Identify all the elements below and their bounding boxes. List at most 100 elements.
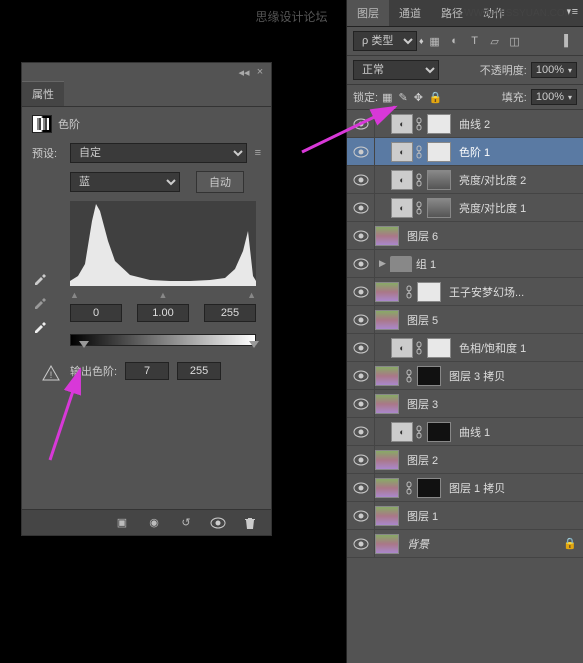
layer-thumb[interactable] [375, 534, 399, 554]
lock-position-icon[interactable]: ✥ [414, 91, 423, 104]
layer-name[interactable]: 图层 1 [407, 508, 438, 524]
visibility-toggle[interactable] [347, 222, 375, 249]
filter-adjust-icon[interactable]: ◐ [446, 32, 464, 50]
visibility-toggle[interactable] [347, 362, 375, 389]
blend-mode-select[interactable]: 正常 [353, 60, 439, 80]
layer-row[interactable]: 背景🔒 [347, 530, 583, 558]
layer-row[interactable]: 图层 3 [347, 390, 583, 418]
layer-row[interactable]: ◐亮度/对比度 1 [347, 194, 583, 222]
mask-thumb[interactable] [427, 198, 451, 218]
layer-name[interactable]: 图层 6 [407, 228, 438, 244]
filter-toggle[interactable]: ▌ [559, 32, 577, 50]
eyedropper-gray-icon[interactable] [32, 292, 50, 310]
layer-name[interactable]: 图层 3 拷贝 [449, 368, 505, 384]
visibility-toggle[interactable] [347, 502, 375, 529]
visibility-toggle[interactable] [347, 250, 375, 277]
layer-row[interactable]: 图层 2 [347, 446, 583, 474]
mask-thumb[interactable] [427, 114, 451, 134]
slider-white[interactable]: ▲ [247, 290, 256, 300]
mask-thumb[interactable] [427, 338, 451, 358]
layer-name[interactable]: 图层 1 拷贝 [449, 480, 505, 496]
clip-icon[interactable]: ▣ [111, 514, 133, 532]
output-white[interactable] [177, 362, 221, 380]
lock-all-icon[interactable]: 🔒 [429, 91, 443, 104]
mask-thumb[interactable] [417, 366, 441, 386]
layer-name[interactable]: 图层 3 [407, 396, 438, 412]
opacity-value[interactable]: 100%▾ [531, 62, 577, 78]
expand-icon[interactable]: ▶ [379, 258, 386, 269]
output-gradient[interactable] [70, 334, 256, 346]
layer-thumb[interactable] [375, 506, 399, 526]
layer-row[interactable]: ◐亮度/对比度 2 [347, 166, 583, 194]
mask-thumb[interactable] [427, 142, 451, 162]
layer-name[interactable]: 曲线 2 [459, 116, 490, 132]
mask-thumb[interactable] [427, 170, 451, 190]
layer-row[interactable]: ◐色阶 1 [347, 138, 583, 166]
slider-mid[interactable]: ▲ [159, 290, 168, 300]
layer-name[interactable]: 图层 2 [407, 452, 438, 468]
filter-pixel-icon[interactable]: ▦ [426, 32, 444, 50]
layer-row[interactable]: 图层 1 [347, 502, 583, 530]
layer-name[interactable]: 亮度/对比度 1 [459, 200, 526, 216]
fill-value[interactable]: 100%▾ [531, 89, 577, 105]
layer-name[interactable]: 色阶 1 [459, 144, 490, 160]
layer-thumb[interactable] [375, 282, 399, 302]
layer-row[interactable]: ▶组 1 [347, 250, 583, 278]
filter-type-select[interactable]: ρ 类型 [353, 31, 417, 51]
visibility-toggle[interactable] [347, 474, 375, 501]
visibility-toggle[interactable] [347, 418, 375, 445]
visibility-icon[interactable] [207, 514, 229, 532]
eyedropper-white-icon[interactable] [32, 316, 50, 334]
auto-button[interactable]: 自动 [196, 171, 244, 193]
layer-thumb[interactable] [375, 310, 399, 330]
layer-row[interactable]: ◐曲线 2 [347, 110, 583, 138]
layer-row[interactable]: 王子安梦幻场... [347, 278, 583, 306]
visibility-toggle[interactable] [347, 194, 375, 221]
properties-tab[interactable]: 属性 [22, 81, 64, 106]
visibility-toggle[interactable] [347, 306, 375, 333]
layer-thumb[interactable] [375, 226, 399, 246]
mask-thumb[interactable] [417, 282, 441, 302]
trash-icon[interactable] [239, 514, 261, 532]
close-icon[interactable]: × [253, 65, 267, 79]
visibility-toggle[interactable] [347, 138, 375, 165]
layer-thumb[interactable] [375, 450, 399, 470]
mask-thumb[interactable] [417, 478, 441, 498]
visibility-toggle[interactable] [347, 334, 375, 361]
layer-name[interactable]: 亮度/对比度 2 [459, 172, 526, 188]
filter-type-icon[interactable]: T [466, 32, 484, 50]
lock-transparent-icon[interactable]: ▦ [382, 91, 392, 104]
layer-row[interactable]: 图层 6 [347, 222, 583, 250]
visibility-toggle[interactable] [347, 110, 375, 137]
channel-select[interactable]: 蓝 [70, 172, 180, 192]
tab-layers[interactable]: 图层 [347, 0, 389, 26]
slider-black[interactable]: ▲ [70, 290, 79, 300]
layer-name[interactable]: 曲线 1 [459, 424, 490, 440]
reset-icon[interactable]: ↺ [175, 514, 197, 532]
layer-thumb[interactable] [375, 366, 399, 386]
input-gamma[interactable] [137, 304, 189, 322]
collapse-icon[interactable]: ◂◂ [237, 65, 251, 79]
layer-row[interactable]: 图层 5 [347, 306, 583, 334]
layer-thumb[interactable] [375, 478, 399, 498]
preset-menu-icon[interactable]: ≡ [255, 147, 261, 159]
layer-row[interactable]: 图层 1 拷贝 [347, 474, 583, 502]
visibility-toggle[interactable] [347, 530, 375, 557]
layer-row[interactable]: ◐色相/饱和度 1 [347, 334, 583, 362]
preset-select[interactable]: 自定 [70, 143, 247, 163]
eyedropper-black-icon[interactable] [32, 268, 50, 286]
input-white[interactable] [204, 304, 256, 322]
layer-name[interactable]: 王子安梦幻场... [449, 284, 524, 300]
tab-channels[interactable]: 通道 [389, 0, 431, 26]
mask-thumb[interactable] [427, 422, 451, 442]
layer-name[interactable]: 色相/饱和度 1 [459, 340, 526, 356]
output-black[interactable] [125, 362, 169, 380]
visibility-toggle[interactable] [347, 166, 375, 193]
layer-name[interactable]: 背景 [407, 536, 429, 552]
layer-name[interactable]: 图层 5 [407, 312, 438, 328]
filter-shape-icon[interactable]: ▱ [486, 32, 504, 50]
filter-smart-icon[interactable]: ◫ [506, 32, 524, 50]
input-black[interactable] [70, 304, 122, 322]
layer-row[interactable]: ◐曲线 1 [347, 418, 583, 446]
visibility-toggle[interactable] [347, 278, 375, 305]
